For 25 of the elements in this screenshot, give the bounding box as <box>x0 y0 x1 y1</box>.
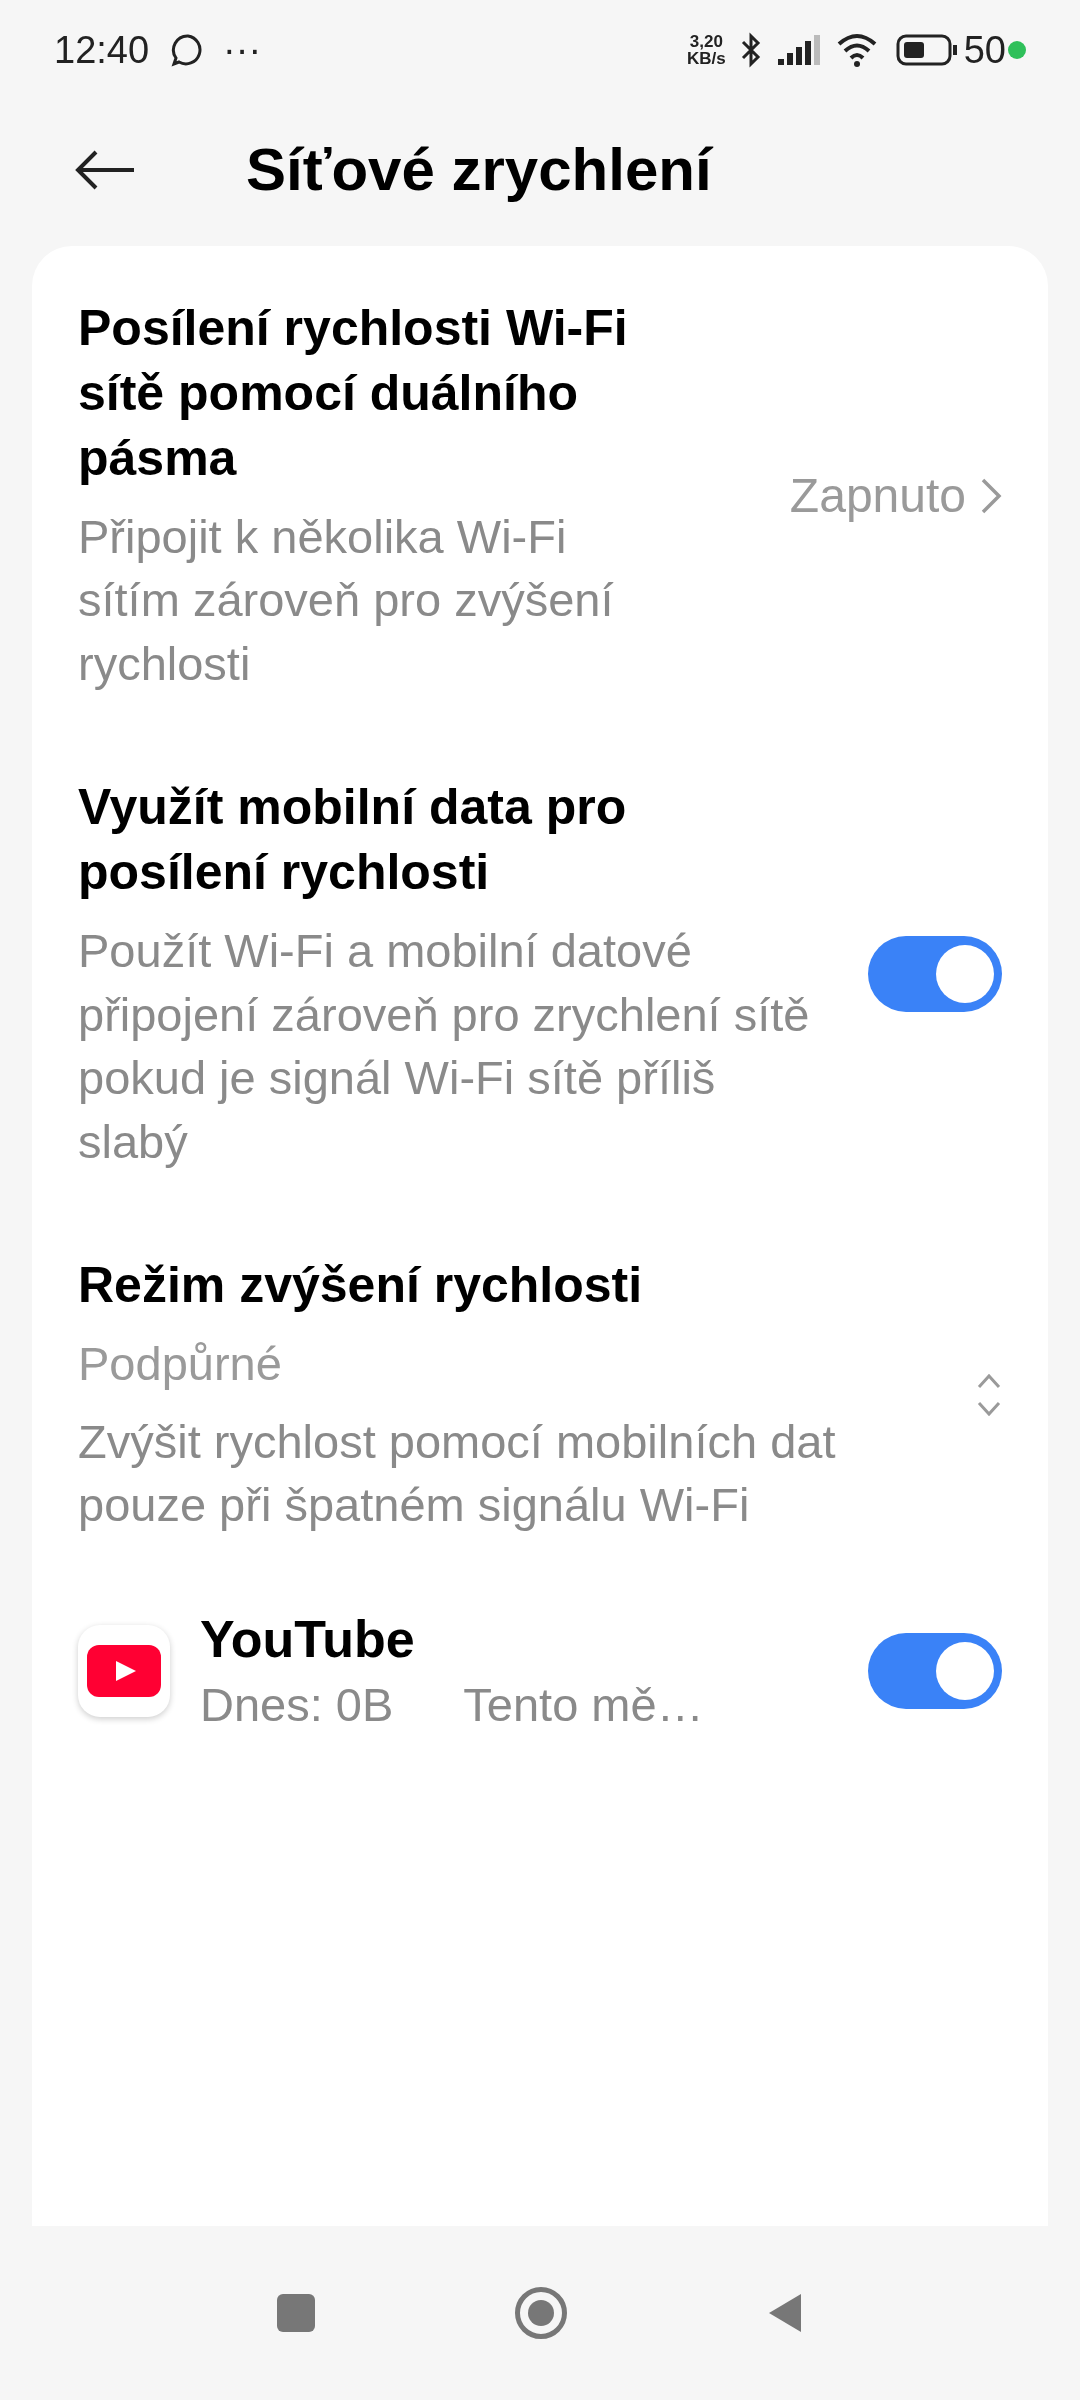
more-notifications: ··· <box>223 27 262 73</box>
back-arrow-icon[interactable] <box>74 149 136 191</box>
selected-value: Podpůrné <box>78 1336 283 1393</box>
app-name: YouTube <box>200 1609 416 1671</box>
value-link[interactable]: Zapnuto <box>789 459 1002 532</box>
month-usage: Tento mě… <box>463 1676 704 1733</box>
signal-icon <box>777 35 822 65</box>
today-usage: Dnes: 0B <box>200 1676 394 1733</box>
video-app-icon <box>78 1624 170 1717</box>
setting-title: Využít mobilní data pro posílení rychlosti <box>78 778 628 903</box>
setting-title: Režim zvýšení rychlosti <box>78 1256 644 1316</box>
setting-description: Použít Wi-Fi a mobilní datové připojení zároveň pro zrychlení sítě pokud je signál Wi-Fi sítě příliš slabý <box>78 923 811 1170</box>
chevron-right-icon <box>980 476 1002 515</box>
home-button[interactable] <box>515 2287 567 2339</box>
page-title: Síťové zrychlení <box>246 135 712 205</box>
setting-title: Posílení rychlosti Wi-Fi sítě pomocí duálního pásma <box>78 299 629 488</box>
recent-apps-button[interactable] <box>277 2294 315 2332</box>
back-button[interactable] <box>767 2292 803 2334</box>
status-time: 12:40 <box>54 27 150 73</box>
setting-description: Zvýšit rychlost pomocí mobilních dat pouze při špatném signálu Wi-Fi <box>78 1413 837 1533</box>
up-down-chevron-icon[interactable] <box>976 1371 1002 1418</box>
setting-description: Připojit k několika Wi-Fi sítím zároveň pro zvýšení rychlosti <box>78 509 615 692</box>
battery-icon <box>895 34 958 66</box>
network-speed: 3,20 KB/s <box>687 33 726 67</box>
battery-level: 50 <box>963 27 1006 73</box>
